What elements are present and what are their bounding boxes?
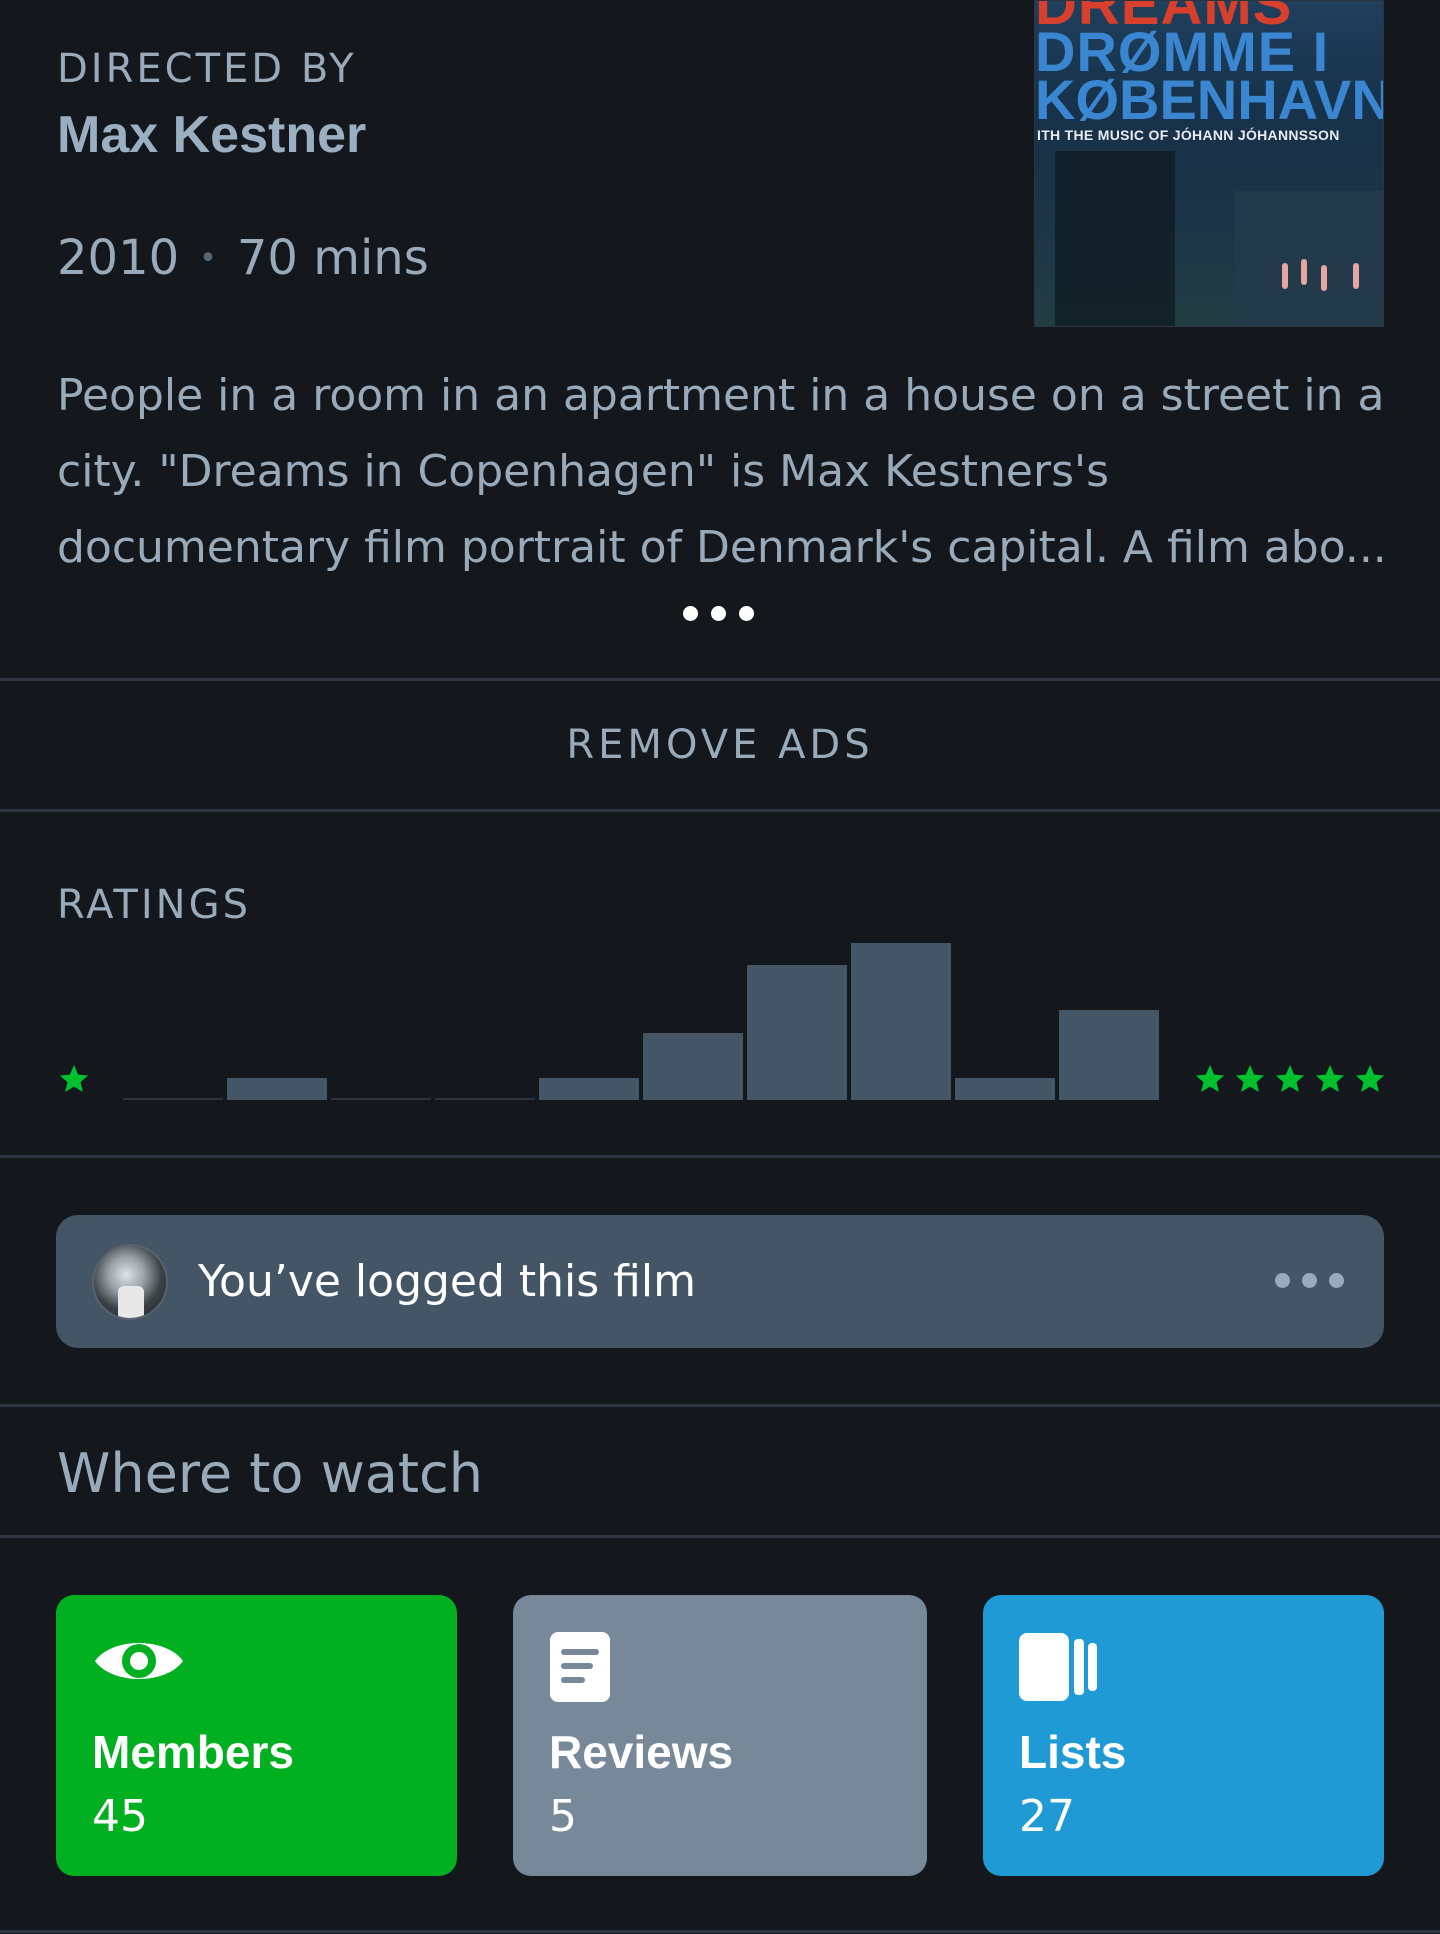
poster-light (1353, 263, 1359, 289)
poster-light (1321, 265, 1327, 291)
histogram-bar[interactable] (643, 1033, 743, 1100)
divider (0, 809, 1440, 812)
where-to-watch-title[interactable]: Where to watch (57, 1442, 483, 1505)
meta-separator: • (199, 240, 217, 276)
directed-by-label: DIRECTED BY (57, 46, 357, 92)
reviews-tile[interactable]: Reviews 5 (513, 1595, 927, 1876)
members-count: 45 (92, 1791, 148, 1842)
stacked-cards-icon (1019, 1633, 1097, 1701)
poster-building-shape (1055, 151, 1175, 326)
five-star-icons (1193, 1062, 1387, 1096)
synopsis[interactable]: People in a room in an apartment in a ho… (57, 358, 1387, 586)
star-icon (1355, 1064, 1385, 1093)
poster-title-line2: KØBENHAVN (1035, 68, 1384, 131)
reviews-count: 5 (549, 1791, 577, 1842)
ratings-histogram[interactable] (123, 930, 1163, 1100)
document-icon (550, 1632, 610, 1702)
film-meta: 2010 • 70 mins (57, 230, 429, 286)
histogram-bar[interactable] (851, 943, 951, 1100)
histogram-bar[interactable] (1059, 1010, 1159, 1100)
histogram-bar[interactable] (123, 1098, 223, 1100)
runtime: 70 mins (236, 230, 429, 286)
logged-film-bar[interactable]: You’ve logged this film (56, 1215, 1384, 1348)
release-year[interactable]: 2010 (57, 230, 179, 286)
avatar[interactable] (92, 1243, 168, 1320)
more-icon[interactable] (683, 606, 754, 621)
histogram-bar[interactable] (747, 965, 847, 1100)
poster-light (1282, 263, 1288, 289)
ratings-label: RATINGS (57, 882, 251, 928)
divider (0, 1535, 1440, 1538)
director-name[interactable]: Max Kestner (57, 105, 366, 165)
remove-ads-button[interactable]: REMOVE ADS (0, 680, 1440, 810)
star-icon (1235, 1064, 1265, 1093)
film-details-page: DIRECTED BY Max Kestner 2010 • 70 mins D… (0, 0, 1440, 1934)
histogram-bar[interactable] (331, 1098, 431, 1100)
star-icon (1275, 1064, 1305, 1093)
reviews-label: Reviews (549, 1726, 734, 1778)
lists-tile[interactable]: Lists 27 (983, 1595, 1384, 1876)
star-icon (1315, 1064, 1345, 1093)
more-options-icon[interactable] (1275, 1273, 1344, 1288)
poster-building-shape (1235, 191, 1383, 326)
poster-light (1301, 259, 1307, 285)
members-tile[interactable]: Members 45 (56, 1595, 457, 1876)
lists-label: Lists (1019, 1726, 1127, 1778)
eye-icon (95, 1643, 183, 1679)
members-label: Members (92, 1726, 294, 1778)
histogram-bar[interactable] (227, 1078, 327, 1100)
divider (0, 1404, 1440, 1407)
histogram-bar[interactable] (435, 1098, 535, 1100)
logged-status-text: You’ve logged this film (198, 1256, 696, 1307)
film-poster[interactable]: DREAMS DRØMME I KØBENHAVN ITH THE MUSIC … (1034, 0, 1384, 327)
histogram-bar[interactable] (539, 1078, 639, 1100)
divider (0, 1155, 1440, 1158)
star-icon (1195, 1064, 1225, 1093)
poster-credit: ITH THE MUSIC OF JÓHANN JÓHANNSSON (1037, 127, 1340, 143)
histogram-bar[interactable] (955, 1078, 1055, 1100)
lists-count: 27 (1019, 1791, 1075, 1842)
star-icon (59, 1064, 89, 1093)
divider (0, 1930, 1440, 1933)
